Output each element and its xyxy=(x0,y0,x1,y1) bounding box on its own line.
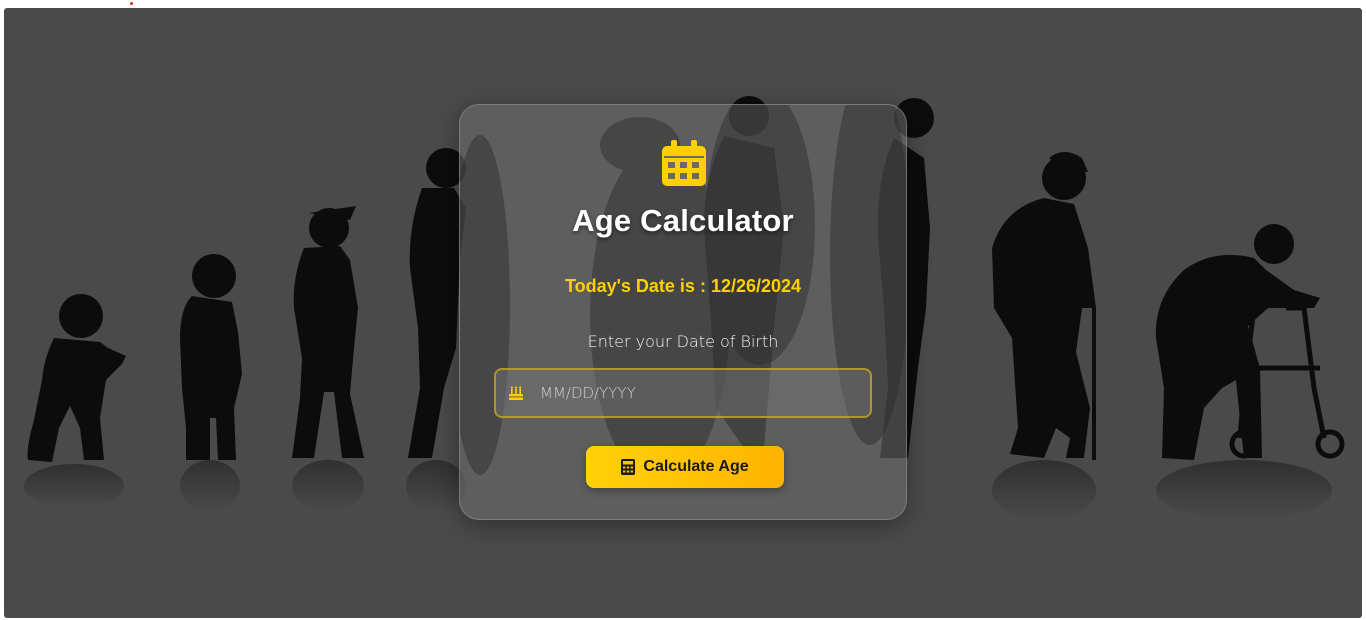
calculate-age-label: Calculate Age xyxy=(643,458,749,475)
birthday-cake-icon xyxy=(509,386,523,400)
older-man-silhouette xyxy=(992,152,1096,460)
toddler-silhouette xyxy=(180,254,242,460)
calculate-age-button[interactable]: Calculate Age xyxy=(586,446,784,488)
calendar-icon xyxy=(662,140,706,186)
top-strip xyxy=(0,0,1366,8)
child-silhouette xyxy=(292,206,364,458)
age-calculator-card: Age Calculator Today's Date is : 12/26/2… xyxy=(459,104,907,520)
dob-field-container[interactable] xyxy=(494,368,872,418)
teen-silhouette xyxy=(408,148,466,458)
cursor-dot xyxy=(130,2,133,5)
dob-label: Enter your Date of Birth xyxy=(587,332,779,351)
page-background: Age Calculator Today's Date is : 12/26/2… xyxy=(4,8,1362,618)
elderly-with-walker-silhouette xyxy=(1155,224,1345,460)
todays-date: Today's Date is : 12/26/2024 xyxy=(564,276,802,296)
baby-silhouette xyxy=(27,294,127,462)
calculator-icon xyxy=(621,459,636,475)
dob-input[interactable] xyxy=(540,370,860,416)
page-title: Age Calculator xyxy=(572,203,794,238)
